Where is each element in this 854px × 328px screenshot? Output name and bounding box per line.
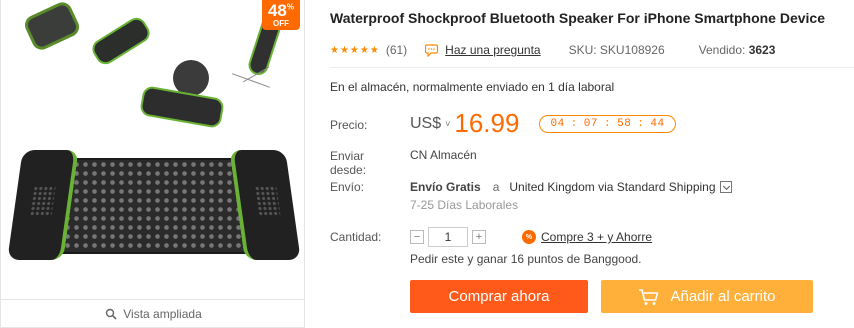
bulk-discount-link[interactable]: % Compre 3 + y Ahorre [522, 230, 652, 244]
product-meta: ★★★★★ (61) Haz una pregunta SKU: SKU1089… [330, 43, 775, 57]
product-gallery: 48% OFF Vista ampliada [0, 0, 305, 328]
percent-icon: % [522, 230, 536, 244]
quantity-input[interactable] [428, 227, 468, 247]
reward-points-text: Pedir este y ganar 16 puntos de Banggood… [410, 252, 642, 266]
quantity-stepper: − + % Compre 3 + y Ahorre [410, 227, 652, 247]
ship-from-value: CN Almacén [410, 148, 477, 162]
ask-question-link[interactable]: Haz una pregunta [425, 43, 541, 57]
cart-icon [639, 288, 659, 305]
speaker-thumbnail [21, 0, 83, 53]
price-value: 16.99 [454, 108, 520, 138]
delivery-days: 7-25 Días Laborales [410, 198, 519, 212]
discount-badge: 48% OFF [262, 0, 300, 30]
buy-now-button[interactable]: Comprar ahora [410, 280, 588, 313]
zoom-view-button[interactable]: Vista ampliada [1, 299, 304, 327]
zoom-label: Vista ampliada [123, 306, 202, 321]
countdown-timer: 04: 07: 58: 44 [539, 114, 676, 133]
product-title: Waterproof Shockproof Bluetooth Speaker … [330, 10, 825, 26]
rating-stars: ★★★★★ [330, 44, 380, 56]
chevron-down-icon[interactable] [719, 181, 732, 193]
divider [330, 67, 854, 68]
shipping-to-word: a [492, 180, 500, 194]
price-row: US$ ˅ 16.99 04: 07: 58: 44 [410, 108, 676, 139]
currency-selector[interactable]: US$ [410, 115, 441, 133]
stock-status: En el almacén, normalmente enviado en 1 … [330, 80, 615, 94]
chat-bubble-icon [425, 43, 439, 57]
shipping-destination-select[interactable]: United Kingdom via Standard Shipping [509, 180, 715, 194]
speaker-thumbnail [139, 85, 225, 129]
reviews-count-link[interactable]: (61) [386, 43, 407, 57]
price-label: Precio: [330, 118, 368, 132]
quantity-label: Cantidad: [330, 230, 382, 244]
shipping-row: Envío Gratis a United Kingdom via Standa… [410, 180, 732, 194]
sold-count: Vendido: 3623 [698, 43, 776, 57]
quantity-minus-button[interactable]: − [410, 230, 424, 244]
main-product-image[interactable] [7, 150, 301, 262]
speaker-grille [43, 158, 263, 254]
sku-text: SKU: SKU108926 [568, 43, 665, 57]
free-shipping-text: Envío Gratis [410, 180, 481, 194]
quantity-plus-button[interactable]: + [472, 230, 486, 244]
chevron-down-icon[interactable]: ˅ [445, 119, 450, 129]
ship-from-label: Enviar desde: [330, 149, 367, 177]
add-to-cart-button[interactable]: Añadir al carrito [601, 280, 813, 313]
magnifier-icon [106, 308, 117, 320]
shipping-label: Envío: [330, 180, 365, 194]
speaker-thumbnail [88, 14, 154, 68]
